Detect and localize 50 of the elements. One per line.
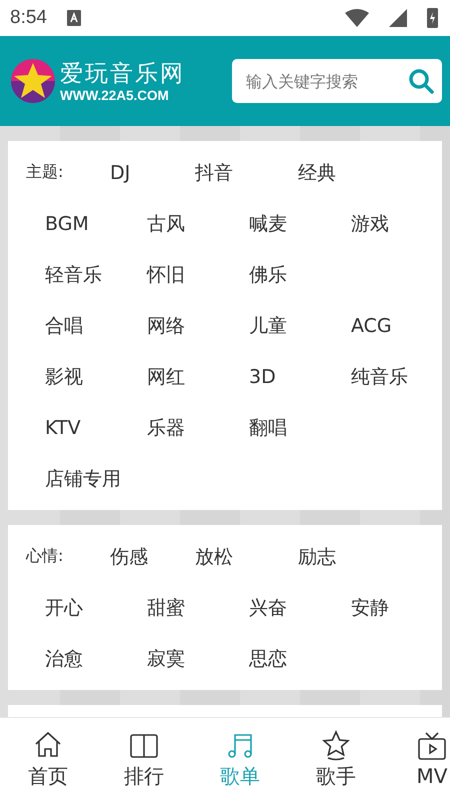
tag-link[interactable]: 思恋 xyxy=(249,646,287,672)
tag-link[interactable]: 合唱 xyxy=(45,312,83,338)
category-label: 主题: xyxy=(26,162,64,183)
tag-link[interactable]: 治愈 xyxy=(45,646,83,672)
category-label: 心情: xyxy=(26,546,64,567)
tag-link[interactable]: ACG xyxy=(351,314,392,336)
tag-link[interactable]: 乐器 xyxy=(147,414,185,440)
tv-icon xyxy=(416,730,448,762)
tag-link[interactable]: 伤感 xyxy=(110,544,148,570)
wifi-icon xyxy=(345,9,369,27)
tag-link[interactable]: KTV xyxy=(45,416,81,438)
search-field[interactable]: 输入关键字搜索 xyxy=(232,59,442,103)
tag-link[interactable]: 儿童 xyxy=(249,312,287,338)
tag-link[interactable]: 3D xyxy=(249,366,276,388)
tag-link[interactable]: 安静 xyxy=(351,594,389,620)
tag-link[interactable]: 店铺专用 xyxy=(45,466,121,492)
battery-icon xyxy=(427,8,438,28)
logo-icon xyxy=(10,58,56,104)
tag-link[interactable]: 古风 xyxy=(147,210,185,236)
tag-link[interactable]: 抖音 xyxy=(195,160,233,186)
logo-title: 爱玩音乐网 xyxy=(60,60,185,88)
tag-link[interactable]: 影视 xyxy=(45,364,83,390)
tag-link[interactable]: 网络 xyxy=(147,312,185,338)
tag-link[interactable]: 励志 xyxy=(298,544,336,570)
nav-tab[interactable]: MV xyxy=(384,718,450,800)
nav-tab[interactable]: 歌手 xyxy=(288,718,384,800)
signal-icon xyxy=(389,9,407,27)
tag-link[interactable]: 喊麦 xyxy=(249,210,287,236)
tag-link[interactable]: 甜蜜 xyxy=(147,594,185,620)
tag-link[interactable]: 游戏 xyxy=(351,210,389,236)
tag-link[interactable]: 经典 xyxy=(298,160,336,186)
nav-tab[interactable]: 首页 xyxy=(0,718,96,800)
tag-link[interactable]: 网红 xyxy=(147,364,185,390)
tag-link[interactable]: 纯音乐 xyxy=(351,364,408,390)
notification-icon xyxy=(66,10,81,26)
tag-link[interactable]: 怀旧 xyxy=(147,262,185,288)
tag-link[interactable]: 兴奋 xyxy=(249,594,287,620)
nav-tab[interactable]: 排行 xyxy=(96,718,192,800)
search-icon[interactable] xyxy=(408,68,434,94)
tag-link[interactable]: BGM xyxy=(45,212,89,234)
star-icon xyxy=(320,728,352,760)
status-time: 8:54 xyxy=(10,7,47,29)
logo-url: WWW.22A5.COM xyxy=(60,88,169,102)
tag-link[interactable]: 轻音乐 xyxy=(45,262,102,288)
tag-link[interactable]: 开心 xyxy=(45,594,83,620)
tag-link[interactable]: 翻唱 xyxy=(249,414,287,440)
tag-link[interactable]: 寂寞 xyxy=(147,646,185,672)
tag-link[interactable]: 佛乐 xyxy=(249,262,287,288)
tag-link[interactable]: 放松 xyxy=(195,544,233,570)
tag-link[interactable]: DJ xyxy=(110,162,130,184)
